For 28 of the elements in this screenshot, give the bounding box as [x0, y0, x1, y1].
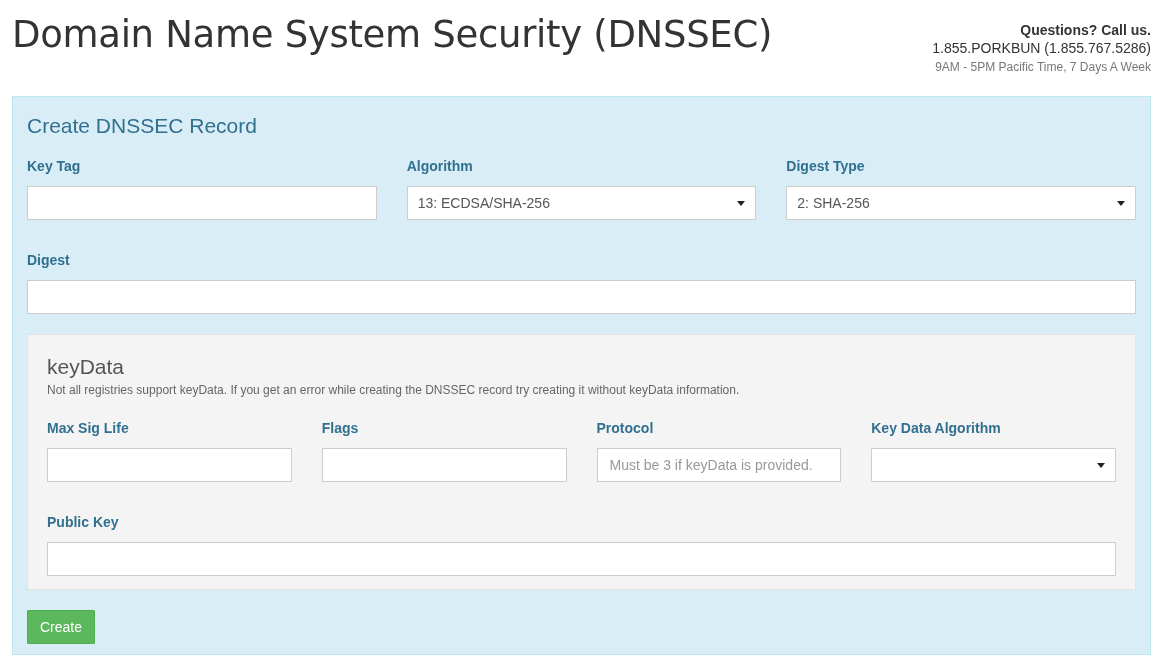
- select-field[interactable]: 13: ECDSA/SHA-256: [406, 186, 757, 220]
- panel-title: Create DNSSEC Record: [27, 113, 258, 139]
- phone-number: 1.855.PORKBUN (1.855.767.5286): [932, 40, 1151, 56]
- text-field[interactable]: Must be 3 if keyData is provided.: [596, 448, 842, 482]
- text-field[interactable]: [47, 448, 292, 482]
- field-label: Key Tag: [27, 157, 82, 175]
- caret-icon: [737, 200, 746, 206]
- select-field[interactable]: [871, 448, 1116, 482]
- field-label: Algorithm: [406, 157, 474, 175]
- page-title: Domain Name System Security (DNSSEC): [12, 12, 773, 58]
- field-label: Flags: [321, 419, 360, 437]
- contact-heading: Questions? Call us.: [1019, 22, 1151, 38]
- select-field[interactable]: 2: SHA-256: [786, 186, 1136, 220]
- field-label: Digest: [27, 251, 71, 269]
- field-label: Public Key: [47, 513, 120, 531]
- field-label: Max Sig Life: [47, 419, 130, 437]
- business-hours: 9AM - 5PM Pacific Time, 7 Days A Week: [934, 60, 1151, 74]
- text-field[interactable]: [27, 280, 1136, 314]
- caret-icon: [1097, 462, 1105, 468]
- text-field[interactable]: [27, 186, 377, 220]
- text-field[interactable]: [321, 448, 567, 482]
- section-title: keyData: [47, 354, 126, 380]
- key-data-note: Not all registries support keyData. If you get an error while creating the DNSSEC record try creating it without keyData information.: [47, 383, 741, 397]
- caret-icon: [1117, 200, 1125, 206]
- text-field[interactable]: [47, 542, 1116, 576]
- field-label: Key Data Algorithm: [871, 419, 1002, 437]
- field-label: Protocol: [596, 419, 655, 437]
- field-label: Digest Type: [786, 157, 866, 175]
